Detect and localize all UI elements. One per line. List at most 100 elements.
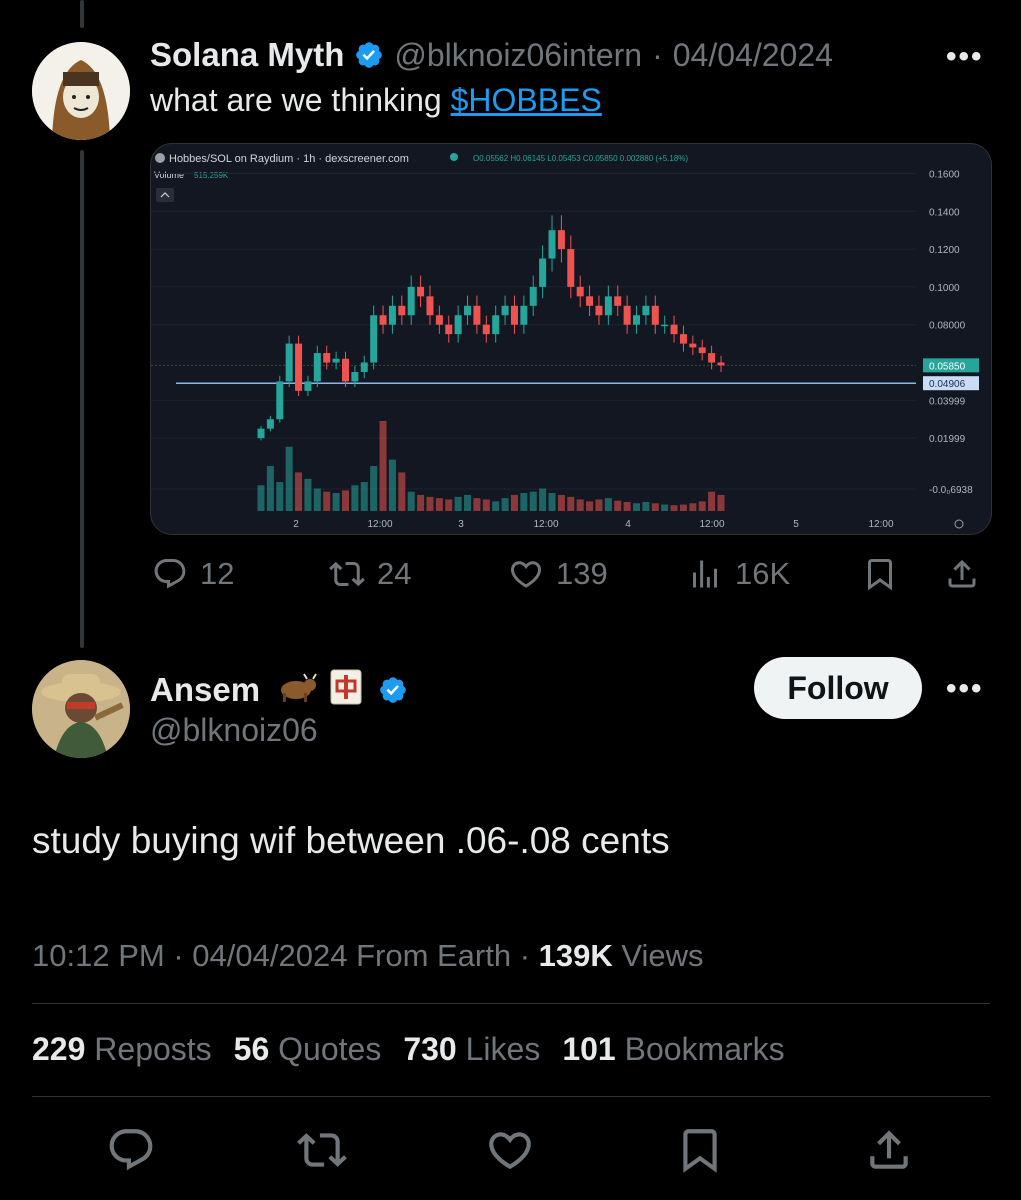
candle xyxy=(417,286,425,297)
volume-bar xyxy=(257,485,265,511)
candle xyxy=(445,324,453,335)
likes-stat[interactable]: 730 Likes xyxy=(403,1031,540,1068)
bookmark-icon xyxy=(868,559,892,591)
volume-bar xyxy=(595,499,603,511)
volume-bar xyxy=(388,459,396,511)
like-button[interactable]: 139 xyxy=(508,556,608,592)
more-options-button[interactable]: ••• xyxy=(946,40,984,74)
y-tick-label: 0.1000 xyxy=(929,283,960,294)
volume-bar xyxy=(670,505,678,511)
thread-line-middle xyxy=(80,150,84,648)
volume-bar xyxy=(304,478,312,511)
bookmark-button[interactable] xyxy=(862,556,898,592)
reply-button[interactable]: 12 xyxy=(152,556,234,592)
candle xyxy=(501,305,509,316)
collapse-button[interactable] xyxy=(156,188,174,202)
divider xyxy=(32,1096,990,1097)
bookmarks-label: Bookmarks xyxy=(624,1031,785,1067)
candle xyxy=(520,305,528,325)
x-tick-label: 12:00 xyxy=(699,519,724,530)
like-count: 139 xyxy=(556,556,608,591)
handle[interactable]: @blknoiz06intern xyxy=(394,37,642,74)
volume-bar xyxy=(285,446,293,511)
verified-badge-icon xyxy=(380,676,406,703)
tweet-date[interactable]: 04/04/2024 xyxy=(673,37,833,74)
y-tick-label: 0.04906 xyxy=(929,379,966,390)
display-name[interactable]: Ansem xyxy=(150,671,260,709)
volume-bar xyxy=(266,466,274,511)
candle xyxy=(473,305,481,325)
repost-icon xyxy=(297,1133,347,1167)
divider xyxy=(32,1003,990,1004)
volume-bar xyxy=(276,482,284,511)
volume-bar xyxy=(454,496,462,511)
candle xyxy=(679,334,687,344)
repost-button[interactable]: 24 xyxy=(329,556,411,592)
candle xyxy=(576,286,584,297)
volume-bar xyxy=(614,500,622,511)
x-tick-label: 12:00 xyxy=(367,519,392,530)
candle xyxy=(323,353,331,363)
price-chart: Hobbes/SOL on Raydium · 1h · dexscreener… xyxy=(151,153,979,530)
y-tick-label: -0.0₀6938 xyxy=(929,485,973,496)
more-options-button[interactable]: ••• xyxy=(946,672,984,706)
cashtag-link[interactable]: $HOBBES xyxy=(451,82,602,118)
candle xyxy=(257,428,265,439)
bookmark-icon xyxy=(683,1129,717,1173)
candle xyxy=(464,305,472,316)
follow-button[interactable]: Follow xyxy=(754,657,922,719)
views-icon xyxy=(693,560,717,588)
tweet-source: From Earth xyxy=(356,938,512,973)
share-button[interactable] xyxy=(864,1125,914,1175)
volume-bar xyxy=(557,494,565,511)
like-button[interactable] xyxy=(485,1125,535,1175)
y-tick-label: 0.1600 xyxy=(929,169,960,180)
y-tick-label: 0.08000 xyxy=(929,321,966,332)
chart-title: Hobbes/SOL on Raydium · 1h · dexscreener… xyxy=(169,153,409,165)
x-tick-label: 12:00 xyxy=(533,519,558,530)
share-button[interactable] xyxy=(944,556,980,592)
share-icon xyxy=(870,1130,908,1169)
volume-bar xyxy=(623,502,631,511)
volume-bar xyxy=(332,493,340,511)
volume-bar xyxy=(529,491,537,511)
candle xyxy=(370,315,378,363)
chart-image[interactable]: Hobbes/SOL on Raydium · 1h · dexscreener… xyxy=(150,143,992,535)
settings-icon[interactable] xyxy=(954,519,964,529)
candle xyxy=(295,343,303,391)
volume-bar xyxy=(398,472,406,511)
tweet-date[interactable]: 04/04/2024 xyxy=(192,938,347,973)
live-dot-icon xyxy=(450,153,458,161)
tweet-time[interactable]: 10:12 PM xyxy=(32,938,165,973)
separator: · xyxy=(173,938,184,973)
candle xyxy=(341,358,349,382)
reposts-stat[interactable]: 229 Reposts xyxy=(32,1031,212,1068)
token-icon xyxy=(155,153,165,163)
volume-label: Volume xyxy=(154,170,184,180)
volume-bar xyxy=(576,499,584,511)
candle xyxy=(426,296,434,316)
candle xyxy=(689,343,697,348)
candle xyxy=(510,305,518,325)
volume-bar xyxy=(539,488,547,511)
avatar[interactable] xyxy=(32,42,130,140)
views-count: 16K xyxy=(735,556,791,591)
candle xyxy=(313,353,321,382)
quotes-stat[interactable]: 56 Quotes xyxy=(234,1031,382,1068)
volume-bar xyxy=(633,503,641,511)
candle xyxy=(529,286,537,306)
avatar[interactable] xyxy=(32,660,130,758)
display-name[interactable]: Solana Myth xyxy=(150,36,344,74)
reply-button[interactable] xyxy=(106,1125,156,1175)
candle xyxy=(586,296,594,306)
bookmark-button[interactable] xyxy=(675,1125,725,1175)
volume-bar xyxy=(679,504,687,511)
repost-button[interactable] xyxy=(297,1125,347,1175)
views-button[interactable]: 16K xyxy=(687,556,790,592)
tweet-text: study buying wif between .06-.08 cents xyxy=(32,820,670,861)
x-tick-label: 5 xyxy=(793,519,799,530)
candle xyxy=(435,315,443,325)
bookmarks-stat[interactable]: 101 Bookmarks xyxy=(562,1031,784,1068)
separator: · xyxy=(652,36,663,73)
handle[interactable]: @blknoiz06 xyxy=(150,712,318,749)
